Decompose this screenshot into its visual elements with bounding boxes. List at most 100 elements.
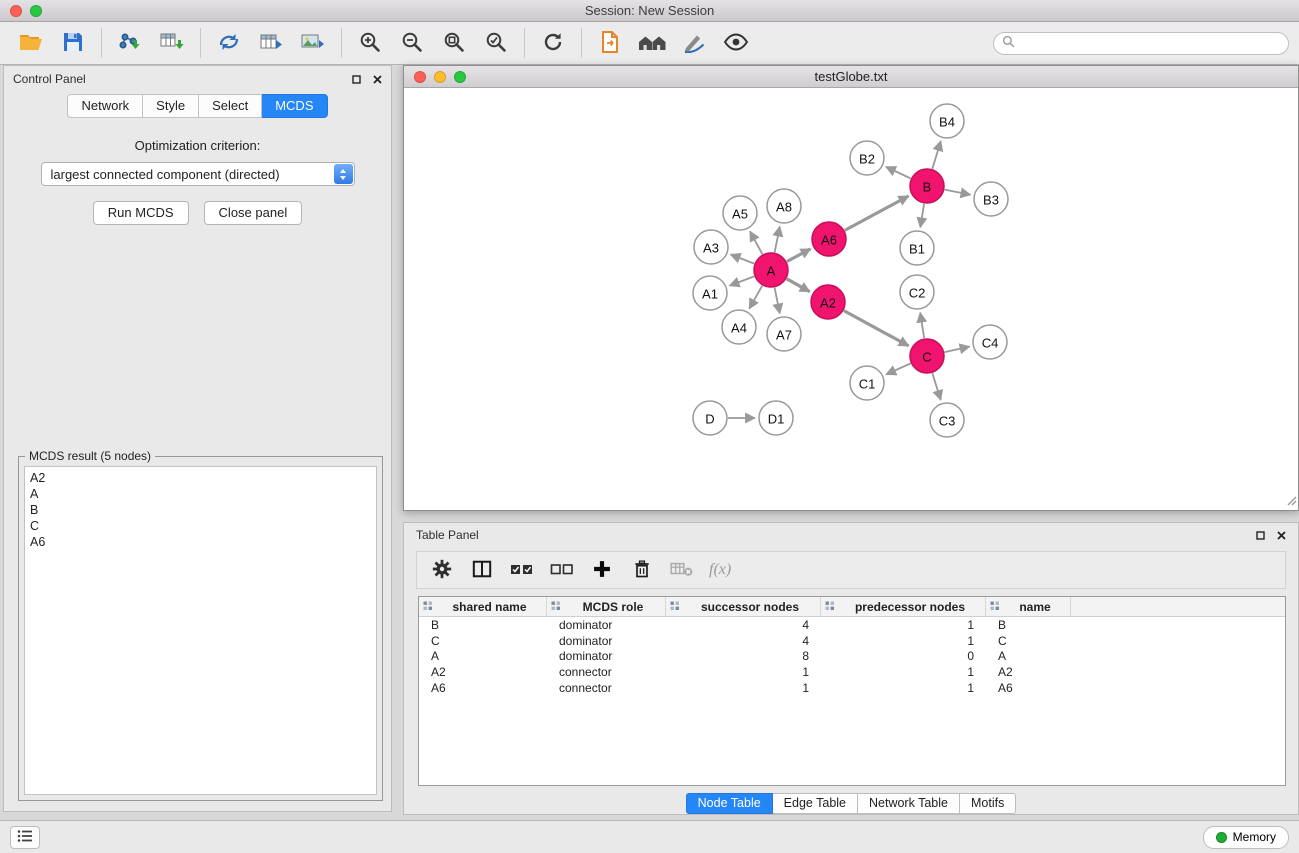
result-item[interactable]: A xyxy=(30,486,371,502)
network-close-button[interactable] xyxy=(414,71,426,83)
new-network-button[interactable] xyxy=(208,25,250,61)
cell-shared-name[interactable]: A xyxy=(419,649,547,663)
cell-predecessor-nodes[interactable]: 0 xyxy=(821,649,986,663)
cell-name[interactable]: A2 xyxy=(986,665,1071,679)
graph-node-D1[interactable]: D1 xyxy=(759,401,793,435)
tab-mcds[interactable]: MCDS xyxy=(262,94,327,118)
open-recent-button[interactable] xyxy=(589,25,631,61)
column-header-name[interactable]: name xyxy=(986,597,1071,616)
cell-name[interactable]: B xyxy=(986,618,1071,632)
graph-node-A2[interactable]: A2 xyxy=(811,285,845,319)
graph-edge-A6-B[interactable] xyxy=(845,196,909,230)
result-item[interactable]: A2 xyxy=(30,470,371,486)
graph-edge-A-A6[interactable] xyxy=(787,249,811,262)
close-panel-icon[interactable] xyxy=(373,75,382,84)
annotations-button[interactable] xyxy=(673,25,715,61)
tab-style[interactable]: Style xyxy=(143,94,199,118)
mcds-result-list[interactable]: A2ABCA6 xyxy=(24,466,377,795)
tab-node-table[interactable]: Node Table xyxy=(686,793,773,814)
import-table-button[interactable] xyxy=(151,25,193,61)
graph-edge-A-A7[interactable] xyxy=(775,288,780,314)
cell-name[interactable]: A xyxy=(986,649,1071,663)
graph-edge-A-A1[interactable] xyxy=(730,276,755,285)
graph-edge-A-A8[interactable] xyxy=(775,227,780,253)
cell-successor-nodes[interactable]: 4 xyxy=(666,618,821,632)
cell-MCDS-role[interactable]: dominator xyxy=(547,618,666,632)
search-input[interactable] xyxy=(1020,36,1280,50)
export-image-button[interactable] xyxy=(292,25,334,61)
graph-edge-C-C2[interactable] xyxy=(920,313,924,339)
function-builder-button[interactable]: f(x) xyxy=(705,554,735,586)
open-file-button[interactable] xyxy=(10,25,52,61)
column-header-predecessor-nodes[interactable]: predecessor nodes xyxy=(821,597,986,616)
graph-node-C3[interactable]: C3 xyxy=(930,403,964,437)
table-row[interactable]: Bdominator41B xyxy=(419,617,1285,633)
cell-name[interactable]: A6 xyxy=(986,681,1071,695)
cell-MCDS-role[interactable]: connector xyxy=(547,665,666,679)
result-item[interactable]: C xyxy=(30,518,371,534)
criterion-dropdown[interactable]: largest connected component (directed) xyxy=(41,162,355,186)
graph-edge-A-A5[interactable] xyxy=(750,231,762,254)
graph-edge-A2-C[interactable] xyxy=(844,311,909,346)
graph-node-D[interactable]: D xyxy=(693,401,727,435)
graph-node-A4[interactable]: A4 xyxy=(722,310,756,344)
network-graph[interactable]: B4B2BB3A5A8A6B1A3AC2A1A2A4A7C4CC1C3DD1 xyxy=(404,88,1298,510)
cell-MCDS-role[interactable]: dominator xyxy=(547,649,666,663)
graph-edge-A-A3[interactable] xyxy=(731,255,755,264)
cell-shared-name[interactable]: A6 xyxy=(419,681,547,695)
graphics-details-button[interactable] xyxy=(715,25,757,61)
import-network-button[interactable] xyxy=(109,25,151,61)
graph-node-A5[interactable]: A5 xyxy=(723,196,757,230)
graph-node-B4[interactable]: B4 xyxy=(930,104,964,138)
cell-predecessor-nodes[interactable]: 1 xyxy=(821,634,986,648)
run-mcds-button[interactable]: Run MCDS xyxy=(93,201,189,225)
table-row[interactable]: A6connector11A6 xyxy=(419,680,1285,696)
graph-node-A3[interactable]: A3 xyxy=(694,230,728,264)
tab-network[interactable]: Network xyxy=(67,94,143,118)
cell-MCDS-role[interactable]: connector xyxy=(547,681,666,695)
graph-edge-A-A4[interactable] xyxy=(749,286,762,309)
show-columns-button[interactable] xyxy=(465,554,499,586)
cell-successor-nodes[interactable]: 1 xyxy=(666,681,821,695)
delete-rows-button[interactable] xyxy=(625,554,659,586)
column-header-MCDS-role[interactable]: MCDS role xyxy=(547,597,666,616)
cell-predecessor-nodes[interactable]: 1 xyxy=(821,618,986,632)
graph-node-B1[interactable]: B1 xyxy=(900,231,934,265)
task-history-button[interactable] xyxy=(10,826,40,849)
column-header-shared-name[interactable]: shared name xyxy=(419,597,547,616)
add-row-button[interactable] xyxy=(585,554,619,586)
graph-node-C1[interactable]: C1 xyxy=(850,366,884,400)
table-options-button[interactable] xyxy=(425,554,459,586)
result-item[interactable]: A6 xyxy=(30,534,371,550)
close-window-button[interactable] xyxy=(10,5,22,17)
cell-predecessor-nodes[interactable]: 1 xyxy=(821,681,986,695)
table-row[interactable]: A2connector11A2 xyxy=(419,664,1285,680)
graph-edge-B-B2[interactable] xyxy=(886,167,911,179)
graph-edge-C-C1[interactable] xyxy=(886,363,910,374)
zoom-out-button[interactable] xyxy=(391,25,433,61)
float-panel-icon[interactable] xyxy=(352,75,361,84)
zoom-fit-button[interactable] xyxy=(433,25,475,61)
table-row[interactable]: Adominator80A xyxy=(419,649,1285,665)
cell-name[interactable]: C xyxy=(986,634,1071,648)
save-session-button[interactable] xyxy=(52,25,94,61)
clear-table-button[interactable] xyxy=(665,554,699,586)
refresh-button[interactable] xyxy=(532,25,574,61)
search-box[interactable] xyxy=(993,32,1289,55)
column-header-successor-nodes[interactable]: successor nodes xyxy=(666,597,821,616)
cell-shared-name[interactable]: C xyxy=(419,634,547,648)
float-table-panel-icon[interactable] xyxy=(1256,531,1265,540)
cell-successor-nodes[interactable]: 1 xyxy=(666,665,821,679)
graph-node-A6[interactable]: A6 xyxy=(812,222,846,256)
graph-node-A8[interactable]: A8 xyxy=(767,189,801,223)
result-item[interactable]: B xyxy=(30,502,371,518)
tab-motifs[interactable]: Motifs xyxy=(960,793,1016,814)
graph-edge-A-A2[interactable] xyxy=(787,279,810,292)
close-table-panel-icon[interactable] xyxy=(1277,531,1286,540)
zoom-selected-button[interactable] xyxy=(475,25,517,61)
tab-select[interactable]: Select xyxy=(199,94,262,118)
network-zoom-button[interactable] xyxy=(454,71,466,83)
cell-predecessor-nodes[interactable]: 1 xyxy=(821,665,986,679)
graph-edge-C-C4[interactable] xyxy=(945,347,970,353)
home-overview-button[interactable] xyxy=(631,25,673,61)
